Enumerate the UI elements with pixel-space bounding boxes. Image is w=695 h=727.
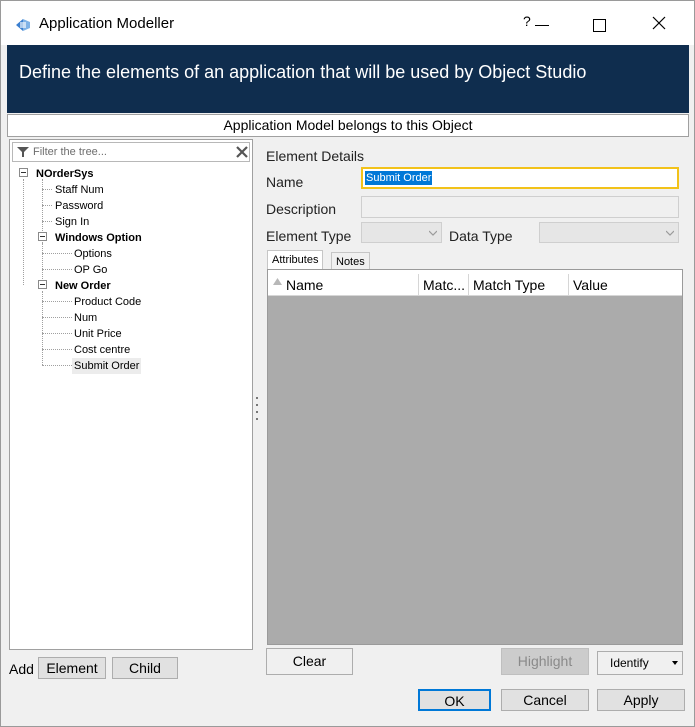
title-bar[interactable]: Application Modeller ? <box>1 1 694 45</box>
add-label: Add <box>9 661 34 677</box>
dropdown-arrow-icon <box>672 661 678 665</box>
grid-header: Name Matc... Match Type Value <box>268 274 682 296</box>
application-modeller-window: Application Modeller ? Define the elemen… <box>0 0 695 727</box>
tree-item-sign-in[interactable]: Sign In <box>55 214 89 230</box>
tree-item-password[interactable]: Password <box>55 198 103 214</box>
tree-item-windows-option[interactable]: Windows Option <box>55 230 142 246</box>
data-type-select[interactable] <box>539 222 679 243</box>
description-label: Description <box>266 201 337 217</box>
cancel-button[interactable]: Cancel <box>501 689 589 711</box>
add-element-label: Element <box>46 660 98 676</box>
tree-item-submit-order[interactable]: Submit Order <box>72 358 142 374</box>
clear-button[interactable]: Clear <box>266 648 353 675</box>
identify-label: Identify <box>610 656 649 670</box>
grid-col-name[interactable]: Name <box>268 274 419 296</box>
tree-item-product-code[interactable]: Product Code <box>74 294 141 310</box>
belongs-to-object-bar: Application Model belongs to this Object <box>7 114 689 137</box>
tree-item-cost-centre[interactable]: Cost centre <box>74 342 130 358</box>
header-banner: Define the elements of an application th… <box>7 45 689 113</box>
highlight-button[interactable]: Highlight <box>501 648 589 675</box>
tab-attributes[interactable]: Attributes <box>267 250 324 270</box>
clear-label: Clear <box>292 653 327 669</box>
element-type-label: Element Type <box>266 228 352 244</box>
tree-item-num[interactable]: Num <box>74 310 97 326</box>
element-tree-panel: NOrderSys Staff Num Password Sign In Win… <box>9 139 253 650</box>
grid-col-match-type[interactable]: Match Type <box>469 274 569 296</box>
add-child-button[interactable]: Child <box>112 657 178 679</box>
apply-button[interactable]: Apply <box>597 689 685 711</box>
highlight-label: Highlight <box>517 653 573 669</box>
description-field[interactable] <box>361 196 679 218</box>
identify-button[interactable]: Identify <box>597 651 683 675</box>
sort-up-icon <box>273 278 282 285</box>
attributes-grid[interactable]: Name Matc... Match Type Value <box>267 269 683 645</box>
tab-notes[interactable]: Notes <box>331 252 370 270</box>
tree-item-norder-sys[interactable]: NOrderSys <box>36 166 93 182</box>
tree-item-op-go[interactable]: OP Go <box>74 262 107 278</box>
chevron-down-icon <box>666 230 674 236</box>
grid-col-value[interactable]: Value <box>569 274 682 296</box>
tree-filter-input[interactable] <box>33 144 229 160</box>
name-field-value: Submit Order <box>365 171 433 185</box>
name-label: Name <box>266 174 304 190</box>
name-field[interactable]: Submit Order <box>361 167 679 189</box>
grid-col-match[interactable]: Matc... <box>419 274 469 296</box>
data-type-label: Data Type <box>449 228 513 244</box>
tree-item-unit-price[interactable]: Unit Price <box>74 326 122 342</box>
filter-icon <box>17 147 29 157</box>
minimize-button[interactable] <box>535 25 549 26</box>
ok-label: OK <box>444 693 465 709</box>
apply-label: Apply <box>623 692 659 708</box>
add-child-label: Child <box>129 660 161 676</box>
tree-item-staff-num[interactable]: Staff Num <box>55 182 104 198</box>
help-button[interactable]: ? <box>523 13 531 29</box>
element-details-heading: Element Details <box>266 148 365 164</box>
expander-norder-sys[interactable] <box>19 168 28 177</box>
maximize-button[interactable] <box>593 19 606 32</box>
banner-text: Define the elements of an application th… <box>19 62 587 82</box>
element-type-select[interactable] <box>361 222 442 243</box>
tree-item-new-order[interactable]: New Order <box>55 278 111 294</box>
app-icon <box>16 19 30 31</box>
window-title: Application Modeller <box>39 15 175 32</box>
clear-filter-icon[interactable] <box>235 145 249 159</box>
add-element-button[interactable]: Element <box>38 657 106 679</box>
chevron-down-icon <box>429 230 437 236</box>
close-icon[interactable] <box>651 15 667 31</box>
dialog-footer: OK Cancel Apply <box>1 681 694 726</box>
ok-button[interactable]: OK <box>418 689 491 711</box>
panel-splitter[interactable] <box>256 397 259 423</box>
tree-item-options[interactable]: Options <box>74 246 112 262</box>
expander-new-order[interactable] <box>38 280 47 289</box>
grid-col-name-label: Name <box>286 277 324 293</box>
cancel-label: Cancel <box>523 692 567 708</box>
expander-windows-option[interactable] <box>38 232 47 241</box>
tree-filter <box>12 142 250 162</box>
